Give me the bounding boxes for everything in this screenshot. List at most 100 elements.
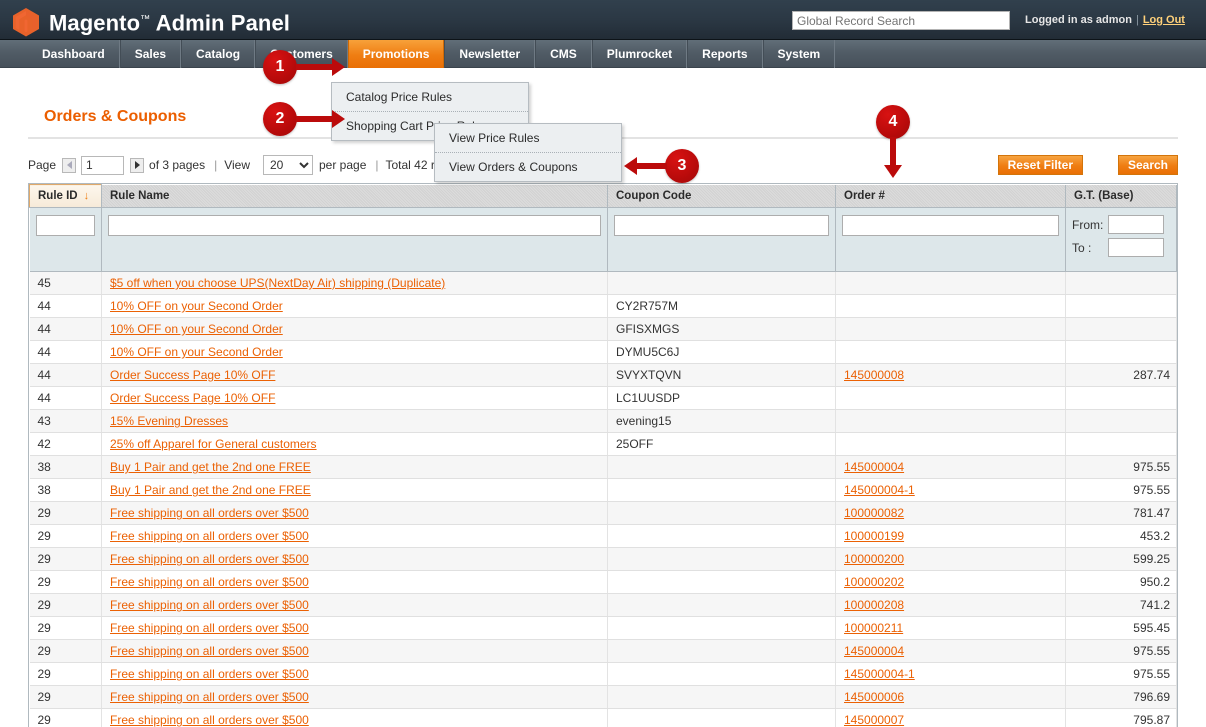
cell-order-no-link[interactable]: 100000082 (844, 506, 904, 520)
table-row: 29 Free shipping on all orders over $500 1… (29, 616, 1177, 640)
cell-rule-id: 29 (29, 616, 102, 640)
cell-order-no-link[interactable]: 145000004 (844, 644, 904, 658)
cell-order-no-link[interactable]: 145000004-1 (844, 483, 915, 497)
column-header-rule-id[interactable]: Rule ID ↓ (29, 184, 102, 208)
nav-item-cms[interactable]: CMS (535, 40, 592, 68)
annotation-circle-1: 1 (263, 50, 297, 84)
cell-order-no: 145000004-1 (835, 478, 1066, 502)
cell-rule-id: 43 (29, 409, 102, 433)
cell-rule-name-link[interactable]: Free shipping on all orders over $500 (110, 713, 309, 727)
column-header-rule-name[interactable]: Rule Name (101, 184, 608, 208)
page-label: Page (28, 158, 57, 172)
table-row: 44 10% OFF on your Second Order CY2R757M (29, 294, 1177, 318)
column-header-order-no[interactable]: Order # (835, 184, 1066, 208)
chevron-right-icon (134, 161, 140, 169)
column-header-gt-base[interactable]: G.T. (Base) (1065, 184, 1177, 208)
cell-rule-name: Buy 1 Pair and get the 2nd one FREE (101, 455, 608, 479)
cell-rule-name-link[interactable]: Free shipping on all orders over $500 (110, 506, 309, 520)
cell-order-no-link[interactable]: 145000008 (844, 368, 904, 382)
cell-order-no-link[interactable]: 145000006 (844, 690, 904, 704)
nav-item-catalog[interactable]: Catalog (181, 40, 256, 68)
per-page-select[interactable]: 20 (263, 155, 313, 175)
cell-rule-id-text: 44 (37, 368, 51, 382)
menu-item-catalog-price-rules[interactable]: Catalog Price Rules (332, 83, 528, 111)
cell-rule-name-link[interactable]: Free shipping on all orders over $500 (110, 690, 309, 704)
cell-order-no-link[interactable]: 100000202 (844, 575, 904, 589)
search-button[interactable]: Search (1117, 155, 1178, 175)
cell-order-no (835, 409, 1066, 433)
column-header-coupon-code[interactable]: Coupon Code (607, 184, 836, 208)
cell-rule-name-link[interactable]: Order Success Page 10% OFF (110, 391, 275, 405)
filter-cell-rule-id (29, 207, 102, 272)
cell-gt-base (1065, 271, 1177, 295)
logout-link[interactable]: Log Out (1143, 14, 1185, 26)
previous-page-button[interactable] (62, 157, 77, 173)
page-number-input[interactable] (81, 155, 125, 175)
cell-rule-name: Free shipping on all orders over $500 (101, 501, 608, 525)
filter-gt-from-input[interactable] (1108, 215, 1164, 234)
reset-filter-button[interactable]: Reset Filter (997, 155, 1083, 175)
nav-item-newsletter[interactable]: Newsletter (444, 40, 536, 68)
cell-coupon-code-text: DYMU5C6J (616, 345, 680, 359)
nav-item-system[interactable]: System (762, 40, 836, 68)
filter-rule-id-input[interactable] (35, 215, 95, 236)
cell-rule-id: 45 (29, 271, 102, 295)
filter-rule-name-input[interactable] (108, 215, 601, 236)
cell-rule-name-link[interactable]: 10% OFF on your Second Order (110, 322, 283, 336)
cell-order-no-link[interactable]: 100000199 (844, 529, 904, 543)
cell-order-no-link[interactable]: 100000200 (844, 552, 904, 566)
cell-rule-name-link[interactable]: 15% Evening Dresses (110, 414, 228, 428)
global-search-input[interactable] (792, 11, 1010, 30)
cell-rule-name-link[interactable]: Buy 1 Pair and get the 2nd one FREE (110, 460, 311, 474)
cell-coupon-code: CY2R757M (607, 294, 836, 318)
app-header: Magento™ Admin Panel Logged in as admon|… (0, 0, 1206, 40)
cell-rule-name-link[interactable]: Order Success Page 10% OFF (110, 368, 275, 382)
menu-item-view-price-rules[interactable]: View Price Rules (435, 124, 621, 152)
filter-gt-to-input[interactable] (1108, 238, 1164, 257)
session-info: Logged in as admon | Log Out (1025, 14, 1185, 26)
cell-order-no-link[interactable]: 145000007 (844, 713, 904, 727)
cell-order-no-link[interactable]: 145000004 (844, 460, 904, 474)
nav-item-dashboard[interactable]: Dashboard (28, 40, 120, 68)
annotation-circle-4: 4 (876, 105, 910, 139)
cell-order-no-link[interactable]: 100000208 (844, 598, 904, 612)
cell-order-no-link[interactable]: 145000004-1 (844, 667, 915, 681)
menu-item-view-orders-coupons[interactable]: View Orders & Coupons (435, 152, 621, 181)
table-row: 44 10% OFF on your Second Order DYMU5C6J (29, 340, 1177, 364)
cell-rule-name-link[interactable]: 10% OFF on your Second Order (110, 345, 283, 359)
cell-rule-name: Order Success Page 10% OFF (101, 363, 608, 387)
cell-order-no-link[interactable]: 100000211 (844, 621, 903, 635)
filter-order-no-input[interactable] (842, 215, 1059, 236)
filter-coupon-code-input[interactable] (614, 215, 829, 236)
filter-cell-coupon-code (607, 207, 836, 272)
cell-rule-name-link[interactable]: Free shipping on all orders over $500 (110, 575, 309, 589)
cell-rule-name-link[interactable]: Free shipping on all orders over $500 (110, 621, 309, 635)
cell-rule-id: 44 (29, 386, 102, 410)
nav-item-promotions[interactable]: Promotions (347, 40, 445, 68)
cell-rule-id: 29 (29, 593, 102, 617)
annotation-circle-2: 2 (263, 102, 297, 136)
cell-rule-name-link[interactable]: Buy 1 Pair and get the 2nd one FREE (110, 483, 311, 497)
cell-rule-name-link[interactable]: Free shipping on all orders over $500 (110, 598, 309, 612)
nav-item-reports[interactable]: Reports (687, 40, 763, 68)
cell-rule-name: 15% Evening Dresses (101, 409, 608, 433)
cell-rule-name-link[interactable]: Free shipping on all orders over $500 (110, 667, 309, 681)
cell-rule-id: 38 (29, 478, 102, 502)
cell-rule-name-link[interactable]: Free shipping on all orders over $500 (110, 552, 309, 566)
cell-rule-id-text: 29 (37, 552, 51, 566)
cell-rule-name-link[interactable]: 10% OFF on your Second Order (110, 299, 283, 313)
cell-rule-id: 29 (29, 708, 102, 727)
cell-rule-name-link[interactable]: 25% off Apparel for General customers (110, 437, 317, 451)
nav-item-plumrocket[interactable]: Plumrocket (591, 40, 688, 68)
cell-rule-name-link[interactable]: Free shipping on all orders over $500 (110, 644, 309, 658)
next-page-button[interactable] (130, 157, 145, 173)
cell-rule-id-text: 29 (37, 713, 51, 727)
cell-coupon-code: GFISXMGS (607, 317, 836, 341)
cell-order-no: 100000211 (835, 616, 1066, 640)
cell-rule-name-link[interactable]: Free shipping on all orders over $500 (110, 529, 309, 543)
cell-rule-name-link[interactable]: $5 off when you choose UPS(NextDay Air) … (110, 276, 445, 290)
cell-order-no: 145000006 (835, 685, 1066, 709)
nav-item-sales[interactable]: Sales (119, 40, 182, 68)
cell-rule-id-text: 45 (37, 276, 51, 290)
cell-coupon-code (607, 616, 836, 640)
